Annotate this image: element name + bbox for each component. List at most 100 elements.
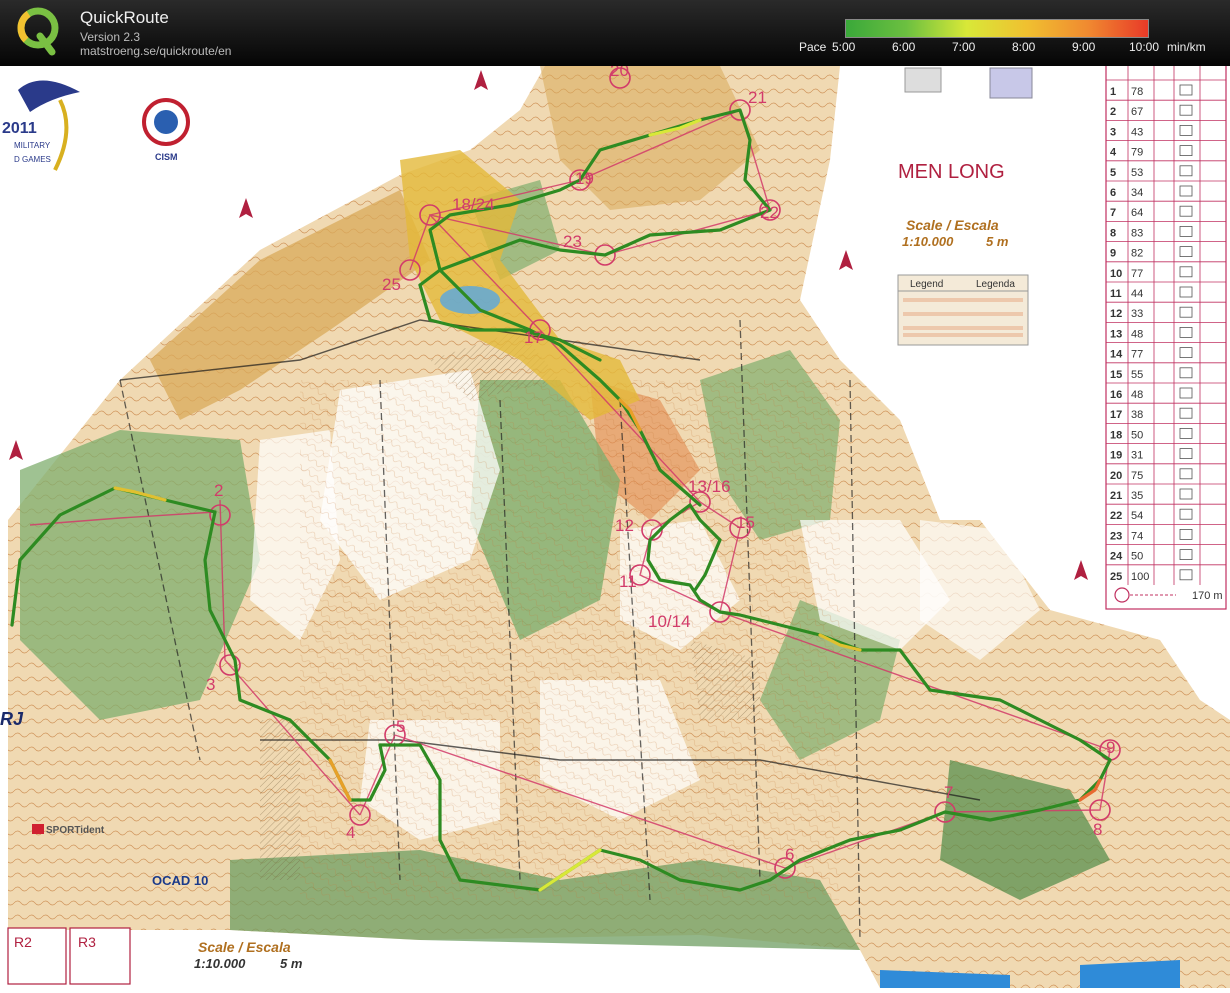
course-title: MEN LONG: [898, 161, 1005, 183]
contour-interval: 5 m: [986, 234, 1009, 249]
control-label: 25: [382, 275, 401, 294]
control-label: 7: [944, 783, 953, 802]
north-arrow-icon: [839, 250, 853, 270]
pace-label: Pace: [799, 40, 827, 54]
pace-tick: 6:00: [892, 40, 916, 54]
control-number: 9: [1110, 248, 1116, 260]
north-arrow-icon: [9, 440, 23, 460]
control-code: 31: [1131, 450, 1143, 462]
control-number: 25: [1110, 571, 1122, 583]
control-code: 82: [1131, 248, 1143, 260]
scale-title: Scale / Escala: [906, 217, 999, 233]
control-number: 8: [1110, 227, 1116, 239]
control-table-frame: [1105, 63, 1227, 610]
control-number: 24: [1110, 551, 1123, 563]
control-label: 15: [736, 513, 755, 532]
control-number: 20: [1110, 470, 1122, 482]
games-year: 2011: [2, 120, 37, 137]
control-number: 14: [1110, 349, 1123, 361]
control-code: 77: [1131, 349, 1143, 361]
orienteering-map[interactable]: 2 3 4 5 6 7 8 9 10/14 11 12 13/16 15 17 …: [0, 61, 1230, 988]
control-number: 21: [1110, 490, 1122, 502]
app-url-link[interactable]: matstroeng.se/quickroute/en: [80, 44, 231, 58]
control-code: 34: [1131, 187, 1143, 199]
control-code: 35: [1131, 490, 1143, 502]
control-code: 78: [1131, 86, 1143, 98]
control-number: 7: [1110, 207, 1116, 219]
control-label: 10/14: [648, 612, 691, 631]
pace-color-scale: [845, 19, 1149, 38]
control-label: 11: [619, 572, 637, 591]
cism-label: CISM: [155, 152, 178, 162]
finish-distance: 170 m: [1192, 590, 1223, 602]
pace-unit: min/km: [1167, 40, 1206, 54]
sportident-label: SPORTident: [46, 825, 105, 836]
relay-box-label: R3: [78, 934, 96, 950]
control-code: 53: [1131, 167, 1143, 179]
control-number: 11: [1110, 288, 1122, 300]
scale-title-bottom: Scale / Escala: [198, 939, 291, 955]
legend-title-pt: Legenda: [976, 279, 1015, 290]
cism-logo: CISM: [142, 98, 190, 162]
control-number: 10: [1110, 268, 1122, 280]
control-number: 3: [1110, 126, 1116, 138]
control-label: 23: [563, 232, 582, 251]
pace-tick: 8:00: [1012, 40, 1036, 54]
control-number: 4: [1110, 147, 1117, 159]
control-number: 2: [1110, 106, 1116, 118]
pace-tick: 10:00: [1129, 40, 1160, 54]
north-arrow-icon: [1074, 560, 1088, 580]
control-label: 20: [610, 66, 629, 80]
pace-tick: 9:00: [1072, 40, 1096, 54]
control-label: 21: [748, 88, 767, 107]
ocad-logo: OCAD 10: [152, 873, 208, 888]
relay-boxes: R2 R3: [7, 927, 131, 985]
games-logo: 2011 MILITARY D GAMES: [2, 80, 80, 171]
relay-box-label: R2: [14, 934, 32, 950]
control-label: 9: [1106, 738, 1115, 757]
control-label: 6: [785, 845, 794, 864]
control-label: 17: [524, 328, 543, 347]
scale-value: 1:10.000: [902, 234, 954, 249]
control-number: 13: [1110, 328, 1122, 340]
legend-title-en: Legend: [910, 279, 943, 290]
control-number: 22: [1110, 510, 1122, 522]
control-label: 18/24: [452, 195, 495, 214]
control-code: 79: [1131, 147, 1143, 159]
control-label: 5: [396, 717, 405, 736]
quickroute-logo-icon: [17, 7, 59, 56]
pace-tick: 7:00: [952, 40, 976, 54]
control-label: 8: [1093, 820, 1102, 839]
control-number: 19: [1110, 450, 1122, 462]
control-code: 83: [1131, 227, 1143, 239]
control-label: 3: [206, 675, 215, 694]
control-code: 64: [1131, 207, 1143, 219]
control-number: 1: [1110, 86, 1116, 98]
control-code: 43: [1131, 126, 1143, 138]
control-code: 100: [1131, 571, 1149, 583]
control-label: 19: [575, 169, 594, 188]
control-label: 4: [346, 823, 355, 842]
control-label: 13/16: [688, 477, 731, 496]
control-number: 15: [1110, 369, 1122, 381]
control-label: 12: [615, 516, 634, 535]
map-legend: Legend Legenda: [897, 274, 1029, 346]
control-code: 48: [1131, 389, 1143, 401]
control-code: 50: [1131, 551, 1143, 563]
games-line2: D GAMES: [14, 155, 51, 164]
app-version: Version 2.3: [80, 30, 141, 44]
control-code: 74: [1131, 530, 1143, 542]
control-code: 54: [1131, 510, 1143, 522]
control-code: 67: [1131, 106, 1143, 118]
scale-value-bottom: 1:10.000: [194, 956, 246, 971]
control-number: 18: [1110, 429, 1122, 441]
control-code: 48: [1131, 328, 1143, 340]
control-number: 17: [1110, 409, 1122, 421]
control-label: 22: [760, 203, 779, 222]
control-description-table: 1 78 2 67 3 43 4 79 5 53 6 34 7 64 8 83 9 82 10 77 11 44 12 33 1…: [1105, 63, 1227, 610]
control-code: 75: [1131, 470, 1143, 482]
contour-interval-bottom: 5 m: [280, 956, 303, 971]
control-code: 33: [1131, 308, 1143, 320]
games-line1: MILITARY: [14, 141, 51, 150]
rough-area: [260, 720, 300, 880]
